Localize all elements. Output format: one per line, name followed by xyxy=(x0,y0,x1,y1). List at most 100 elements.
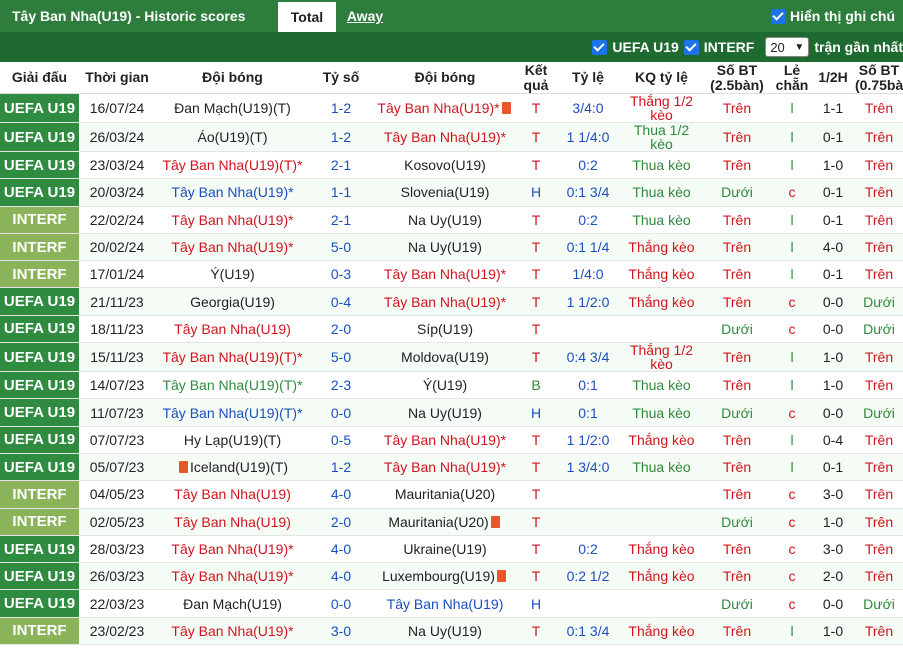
away-team-cell[interactable]: Tây Ban Nha(U19)* xyxy=(372,93,518,123)
away-team-cell[interactable]: Na Uy(U19) xyxy=(372,617,518,646)
competition-cell: INTERF xyxy=(0,260,79,289)
away-team-cell[interactable]: Kosovo(U19) xyxy=(372,151,518,180)
filter-interf-checkbox[interactable] xyxy=(683,39,699,55)
table-row[interactable]: UEFA U19 28/03/23 Tây Ban Nha(U19)* 4-0 Ukra… xyxy=(0,535,903,564)
table-row[interactable]: UEFA U19 26/03/24 Áo(U19)(T) 1-2 Tây Ban Nha… xyxy=(0,122,903,152)
table-row[interactable]: UEFA U19 11/07/23 Tây Ban Nha(U19)(T)* 0-0 N… xyxy=(0,398,903,427)
score-cell[interactable]: 1-2 xyxy=(310,453,372,482)
score-cell[interactable]: 0-5 xyxy=(310,426,372,454)
table-row[interactable]: UEFA U19 26/03/23 Tây Ban Nha(U19)* 4-0 Luxe… xyxy=(0,562,903,591)
table-row[interactable]: INTERF 02/05/23 Tây Ban Nha(U19) 2-0 Maurita… xyxy=(0,508,903,536)
home-team-cell[interactable]: Tây Ban Nha(U19) xyxy=(155,508,310,536)
score-cell[interactable]: 2-0 xyxy=(310,508,372,536)
score-cell[interactable]: 2-1 xyxy=(310,151,372,180)
score-cell[interactable]: 4-0 xyxy=(310,535,372,564)
away-team-cell[interactable]: Ý(U19) xyxy=(372,371,518,400)
score-cell[interactable]: 4-0 xyxy=(310,562,372,591)
away-team-cell[interactable]: Na Uy(U19) xyxy=(372,206,518,234)
away-team-cell[interactable]: Síp(U19) xyxy=(372,315,518,344)
home-team-cell[interactable]: Tây Ban Nha(U19) xyxy=(155,315,310,344)
table-row[interactable]: UEFA U19 23/03/24 Tây Ban Nha(U19)(T)* 2-1 K… xyxy=(0,151,903,180)
score-cell[interactable]: 0-0 xyxy=(310,398,372,427)
home-team-cell[interactable]: Tây Ban Nha(U19)(T)* xyxy=(155,342,310,373)
home-team-cell[interactable]: Georgia(U19) xyxy=(155,287,310,316)
score-cell[interactable]: 2-3 xyxy=(310,371,372,400)
away-team-cell[interactable]: Tây Ban Nha(U19)* xyxy=(372,453,518,482)
score-cell[interactable]: 0-4 xyxy=(310,287,372,316)
table-row[interactable]: INTERF 20/02/24 Tây Ban Nha(U19)* 5-0 Na Uy(… xyxy=(0,233,903,262)
home-team-cell[interactable]: Tây Ban Nha(U19)* xyxy=(155,562,310,591)
table-row[interactable]: UEFA U19 15/11/23 Tây Ban Nha(U19)(T)* 5-0 M… xyxy=(0,342,903,373)
match-count-select[interactable]: 20 ▼ xyxy=(765,37,810,57)
away-team-cell[interactable]: Tây Ban Nha(U19) xyxy=(372,589,518,618)
show-notes-toggle[interactable]: Hiển thị ghi chú xyxy=(771,0,895,32)
away-team-cell[interactable]: Tây Ban Nha(U19)* xyxy=(372,260,518,289)
away-team-cell[interactable]: Slovenia(U19) xyxy=(372,178,518,207)
page-title: Tây Ban Nha(U19) - Historic scores xyxy=(12,8,246,24)
table-row[interactable]: UEFA U19 21/11/23 Georgia(U19) 0-4 Tây Ban N… xyxy=(0,287,903,316)
away-team-cell[interactable]: Luxembourg(U19) xyxy=(372,562,518,591)
score-cell[interactable]: 0-0 xyxy=(310,589,372,618)
home-team-cell[interactable]: Hy Lạp(U19)(T) xyxy=(155,426,310,454)
goals-075-cell-text: Trên xyxy=(864,568,894,585)
table-row[interactable]: UEFA U19 14/07/23 Tây Ban Nha(U19)(T)* 2-3 Ý… xyxy=(0,371,903,400)
odd-even-cell-text: c xyxy=(788,568,796,585)
score-cell[interactable]: 2-1 xyxy=(310,206,372,234)
home-team-cell[interactable]: Tây Ban Nha(U19)* xyxy=(155,178,310,207)
home-team-cell[interactable]: Đan Mạch(U19) xyxy=(155,589,310,618)
odds-cell: 0:2 xyxy=(554,151,622,180)
score-cell[interactable]: 5-0 xyxy=(310,233,372,262)
odds-result-cell xyxy=(622,480,701,509)
competition-cell: UEFA U19 xyxy=(0,315,79,344)
away-team-cell[interactable]: Tây Ban Nha(U19)* xyxy=(372,122,518,152)
away-team-cell[interactable]: Mauritania(U20) xyxy=(372,508,518,536)
table-row[interactable]: UEFA U19 20/03/24 Tây Ban Nha(U19)* 1-1 Slov… xyxy=(0,178,903,207)
show-notes-checkbox[interactable] xyxy=(771,8,786,24)
odd-even-cell-text: l xyxy=(790,157,794,174)
table-row[interactable]: UEFA U19 16/07/24 Đan Mạch(U19)(T) 1-2 Tây B… xyxy=(0,93,903,123)
away-team-cell[interactable]: Tây Ban Nha(U19)* xyxy=(372,426,518,454)
away-team-cell[interactable]: Na Uy(U19) xyxy=(372,398,518,427)
filter-uefa-checkbox[interactable] xyxy=(592,39,608,55)
tab-total[interactable]: Total xyxy=(278,0,336,32)
away-team-cell[interactable]: Moldova(U19) xyxy=(372,342,518,373)
score-cell[interactable]: 1-2 xyxy=(310,122,372,152)
score-cell[interactable]: 2-0 xyxy=(310,315,372,344)
home-team-cell[interactable]: Tây Ban Nha(U19)* xyxy=(155,535,310,564)
table-row[interactable]: UEFA U19 18/11/23 Tây Ban Nha(U19) 2-0 Síp(U… xyxy=(0,315,903,344)
result-cell-text: T xyxy=(531,622,541,639)
result-cell-text: H xyxy=(530,595,542,612)
half-time-cell: 1-1 xyxy=(811,93,855,123)
home-team-cell-text: Georgia(U19) xyxy=(190,293,275,310)
table-row[interactable]: INTERF 04/05/23 Tây Ban Nha(U19) 4-0 Maurita… xyxy=(0,480,903,509)
home-team-cell[interactable]: Áo(U19)(T) xyxy=(155,122,310,152)
home-team-cell[interactable]: Tây Ban Nha(U19)(T)* xyxy=(155,371,310,400)
home-team-cell[interactable]: Tây Ban Nha(U19) xyxy=(155,480,310,509)
home-team-cell[interactable]: Tây Ban Nha(U19)* xyxy=(155,233,310,262)
score-cell[interactable]: 1-2 xyxy=(310,93,372,123)
home-team-cell[interactable]: Tây Ban Nha(U19)* xyxy=(155,206,310,234)
table-row[interactable]: INTERF 23/02/23 Tây Ban Nha(U19)* 3-0 Na Uy(… xyxy=(0,617,903,646)
table-row[interactable]: INTERF 22/02/24 Tây Ban Nha(U19)* 2-1 Na Uy(… xyxy=(0,206,903,234)
score-cell[interactable]: 5-0 xyxy=(310,342,372,373)
away-team-cell[interactable]: Tây Ban Nha(U19)* xyxy=(372,287,518,316)
odds-result-cell: Thắng 1/2 kèo xyxy=(622,93,701,123)
table-row[interactable]: UEFA U19 22/03/23 Đan Mạch(U19) 0-0 Tây Ban … xyxy=(0,589,903,618)
home-team-cell[interactable]: Tây Ban Nha(U19)(T)* xyxy=(155,151,310,180)
home-team-cell[interactable]: Iceland(U19)(T) xyxy=(155,453,310,482)
score-cell[interactable]: 1-1 xyxy=(310,178,372,207)
home-team-cell[interactable]: Ý(U19) xyxy=(155,260,310,289)
away-team-cell[interactable]: Mauritania(U20) xyxy=(372,480,518,509)
tab-away[interactable]: Away xyxy=(336,0,394,32)
table-row[interactable]: INTERF 17/01/24 Ý(U19) 0-3 Tây Ban Nha(U19)*… xyxy=(0,260,903,289)
table-row[interactable]: UEFA U19 07/07/23 Hy Lạp(U19)(T) 0-5 Tây Ban… xyxy=(0,426,903,454)
home-team-cell[interactable]: Tây Ban Nha(U19)* xyxy=(155,617,310,646)
home-team-cell[interactable]: Đan Mạch(U19)(T) xyxy=(155,93,310,123)
home-team-cell[interactable]: Tây Ban Nha(U19)(T)* xyxy=(155,398,310,427)
table-row[interactable]: UEFA U19 05/07/23 Iceland(U19)(T) 1-2 Tây Ba… xyxy=(0,453,903,482)
away-team-cell[interactable]: Ukraine(U19) xyxy=(372,535,518,564)
away-team-cell[interactable]: Na Uy(U19) xyxy=(372,233,518,262)
score-cell[interactable]: 0-3 xyxy=(310,260,372,289)
score-cell[interactable]: 4-0 xyxy=(310,480,372,509)
score-cell[interactable]: 3-0 xyxy=(310,617,372,646)
